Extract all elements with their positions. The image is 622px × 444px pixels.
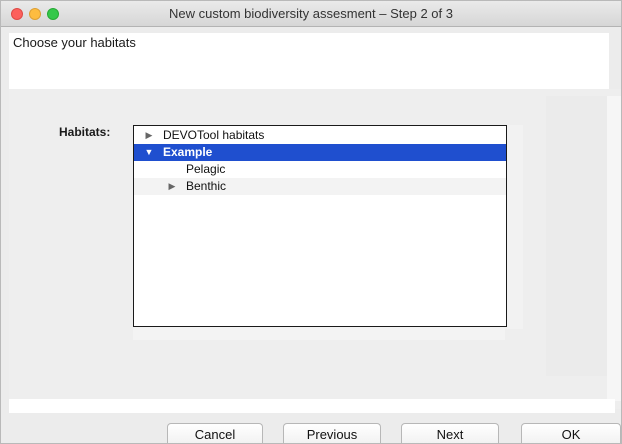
window-title: New custom biodiversity assesment – Step… [169, 6, 453, 21]
tree-row-label: DEVOTool habitats [163, 128, 265, 142]
next-button[interactable]: Next [401, 423, 499, 443]
expand-arrow-icon[interactable]: ▶ [143, 127, 155, 144]
tree-row-devotool-habitats[interactable]: ▶ DEVOTool habitats [134, 127, 506, 144]
step-instruction: Choose your habitats [13, 35, 136, 50]
habitats-tree[interactable]: ▶ DEVOTool habitats ▼ Example Pelagic ▶ … [133, 125, 507, 327]
tree-row-pelagic[interactable]: Pelagic [134, 161, 506, 178]
habitats-label: Habitats: [59, 125, 111, 139]
previous-button[interactable]: Previous [283, 423, 381, 443]
tree-row-benthic[interactable]: ▶ Benthic [134, 178, 506, 195]
side-panel [546, 96, 607, 376]
tree-row-label: Pelagic [186, 162, 226, 176]
ok-button[interactable]: OK [521, 423, 621, 443]
right-edge-panel [607, 96, 621, 401]
tree-row-example[interactable]: ▼ Example [134, 144, 506, 161]
title-bar[interactable]: New custom biodiversity assesment – Step… [1, 1, 621, 27]
button-bar-divider [9, 399, 615, 413]
collapse-arrow-icon[interactable]: ▼ [143, 144, 155, 161]
tree-footer-strip [133, 328, 505, 340]
expand-arrow-icon[interactable]: ▶ [166, 178, 178, 195]
cancel-button[interactable]: Cancel [167, 423, 263, 443]
tree-row-label: Benthic [186, 179, 227, 193]
wizard-window: New custom biodiversity assesment – Step… [0, 0, 622, 444]
tree-row-label: Example [163, 145, 213, 159]
